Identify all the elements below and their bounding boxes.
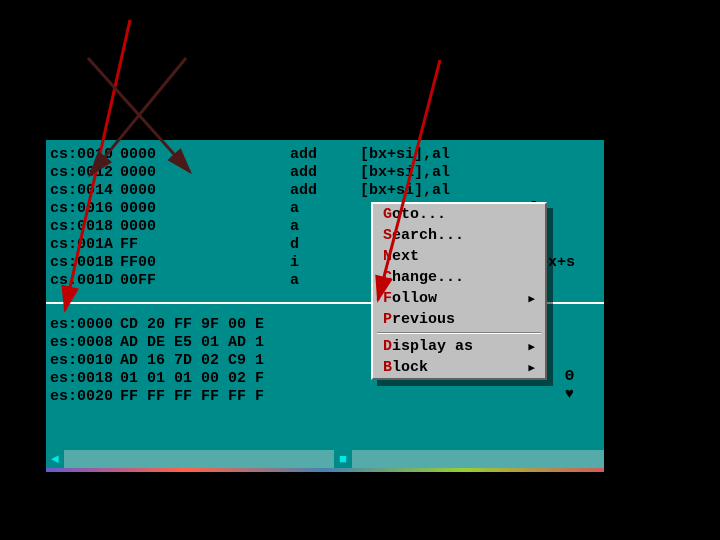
ascii-column: Θ ♥ <box>565 368 574 404</box>
submenu-arrow-icon: ▶ <box>528 361 535 375</box>
scroll-thumb[interactable]: ■ <box>334 450 352 468</box>
scroll-track[interactable]: ■ <box>64 450 604 468</box>
submenu-arrow-icon: ▶ <box>528 292 535 306</box>
disasm-row[interactable]: cs:00140000add[bx+si],al <box>46 182 604 200</box>
context-menu: Goto... Search... Next Change... Follow▶… <box>371 202 547 380</box>
menu-item-follow[interactable]: Follow▶ <box>373 288 545 309</box>
menu-item-change[interactable]: Change... <box>373 267 545 288</box>
disasm-row[interactable]: cs:00120000add[bx+si],al <box>46 164 604 182</box>
disasm-row[interactable]: cs:00100000add[bx+si],al <box>46 146 604 164</box>
taskbar-sliver <box>46 468 604 472</box>
menu-separator <box>377 332 541 334</box>
horizontal-scrollbar[interactable]: ◄ ■ <box>46 450 604 468</box>
dump-row[interactable]: es:0020FF FF FF FF FF F <box>46 388 604 406</box>
submenu-arrow-icon: ▶ <box>528 340 535 354</box>
menu-item-goto[interactable]: Goto... <box>373 204 545 225</box>
menu-item-search[interactable]: Search... <box>373 225 545 246</box>
menu-item-previous[interactable]: Previous <box>373 309 545 330</box>
menu-item-next[interactable]: Next <box>373 246 545 267</box>
scroll-left-button[interactable]: ◄ <box>46 450 64 468</box>
debugger-panel: cs:00100000add[bx+si],al cs:00120000add[… <box>46 140 604 470</box>
menu-item-display-as[interactable]: Display as▶ <box>373 336 545 357</box>
menu-item-block[interactable]: Block▶ <box>373 357 545 378</box>
